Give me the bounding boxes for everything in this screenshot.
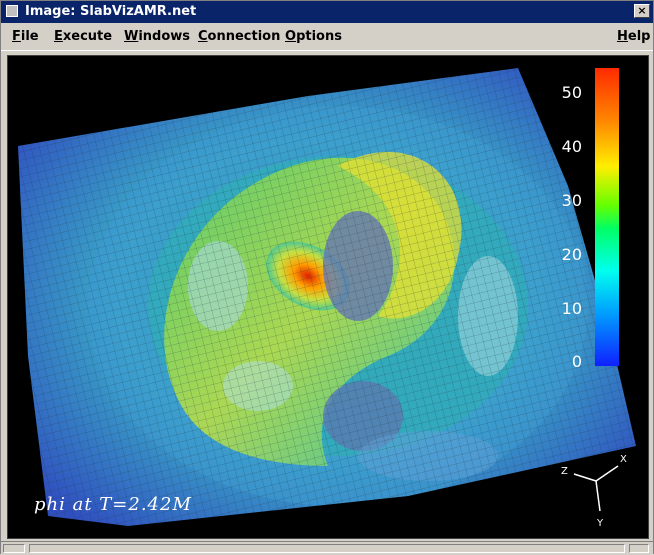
menu-options-label: ptions (296, 29, 342, 44)
menu-execute-label: xecute (62, 29, 113, 44)
axis-x-label: X (620, 454, 627, 465)
menu-file-label: ile (20, 29, 39, 44)
status-segment-main (29, 544, 625, 553)
menu-help[interactable]: Help (617, 29, 650, 44)
axis-triad (573, 465, 619, 512)
colorbar-tick-20: 20 (561, 245, 582, 264)
colorbar-tick-40: 40 (561, 137, 582, 156)
window-menu-icon[interactable] (6, 5, 18, 17)
colorbar-tick-50: 50 (561, 83, 582, 102)
title-bar[interactable]: Image: SlabVizAMR.net × (1, 1, 653, 23)
menu-help-label: elp (627, 29, 651, 44)
menu-connection[interactable]: Connection (198, 29, 280, 44)
menu-windows[interactable]: Windows (124, 29, 190, 44)
colorbar-tick-30: 30 (561, 191, 582, 210)
menu-file-mnemonic: F (12, 29, 21, 44)
menu-connection-label: onnection (207, 29, 281, 44)
menu-execute-mnemonic: E (54, 29, 63, 44)
menu-bar: File Execute Windows Connection Options … (1, 24, 653, 51)
menu-options[interactable]: Options (285, 29, 342, 44)
status-segment-left (3, 544, 25, 553)
menu-file[interactable]: File (12, 29, 39, 44)
colorbar (595, 68, 619, 366)
image-window: Image: SlabVizAMR.net × File Execute Win… (0, 0, 654, 555)
plot-caption: phi at T=2.42M (34, 494, 192, 515)
window-title: Image: SlabVizAMR.net (25, 4, 197, 19)
menu-options-mnemonic: O (285, 29, 297, 44)
close-button[interactable]: × (634, 4, 650, 18)
status-segment-right (629, 544, 649, 553)
menu-windows-mnemonic: W (124, 29, 139, 44)
menu-windows-label: indows (138, 29, 191, 44)
render-canvas[interactable]: 50 40 30 20 10 0 phi at T=2.42M X Z Y (7, 55, 649, 539)
axis-z-label: Z (561, 466, 568, 477)
surface-plot (18, 68, 636, 526)
menu-connection-mnemonic: C (198, 29, 208, 44)
status-bar (1, 541, 653, 555)
colorbar-tick-0: 0 (571, 352, 582, 371)
colorbar-tick-10: 10 (561, 299, 582, 318)
axis-y-label: Y (597, 518, 604, 529)
slab-surface (18, 68, 636, 526)
menu-execute[interactable]: Execute (54, 29, 112, 44)
menu-help-mnemonic: H (617, 29, 628, 44)
